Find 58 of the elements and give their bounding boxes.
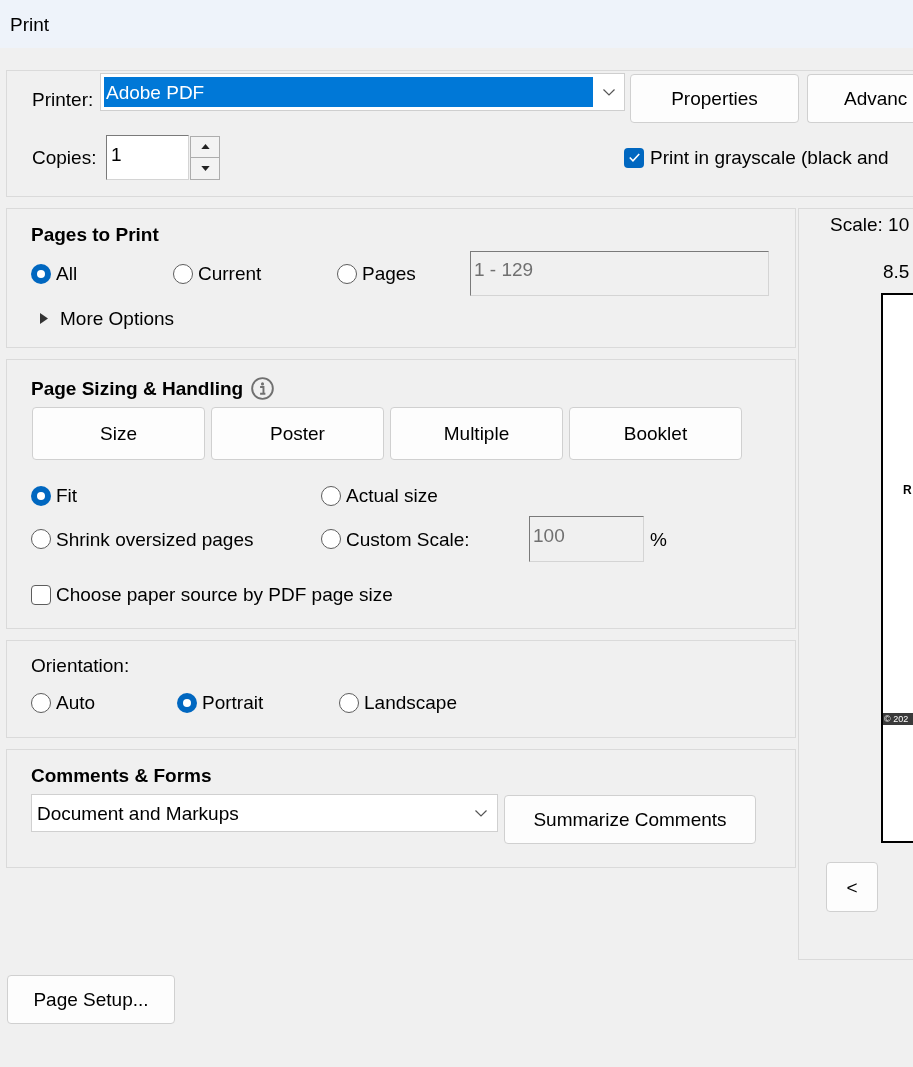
window-title: Print — [10, 12, 50, 37]
summarize-comments-button[interactable]: Summarize Comments — [504, 795, 756, 844]
properties-button[interactable]: Properties — [630, 74, 799, 123]
radio-label: Portrait — [202, 691, 264, 715]
spin-up-button[interactable] — [190, 135, 220, 158]
sizing-mode-button[interactable]: Poster — [211, 407, 384, 460]
comments-select[interactable]: Document and Markups — [31, 794, 498, 832]
spin-down-button[interactable] — [190, 157, 220, 180]
radio-label: Landscape — [364, 691, 457, 715]
printer-select[interactable]: Adobe PDF — [100, 73, 625, 111]
more-options-toggle[interactable]: More Options — [40, 306, 175, 331]
chevron-down-icon — [475, 809, 487, 817]
advanced-button[interactable]: Advanc — [807, 74, 913, 123]
previous-page-button[interactable]: < — [826, 862, 878, 912]
right-triangle-icon — [40, 313, 48, 324]
sizing-mode-button[interactable]: Size — [32, 407, 205, 460]
radio-button[interactable] — [31, 485, 51, 506]
down-triangle-icon — [200, 165, 210, 171]
checkbox-label: Choose paper source by PDF page size — [56, 583, 393, 607]
section-title: Orientation: — [31, 654, 131, 678]
radio-button[interactable] — [31, 263, 51, 284]
radio-button[interactable] — [337, 263, 357, 284]
radio-button[interactable] — [31, 692, 51, 713]
percent-label: % — [650, 527, 667, 552]
copies-field[interactable]: 1 — [106, 135, 189, 180]
section-title: Page Sizing & Handling — [31, 377, 244, 401]
chevron-down-icon — [603, 88, 615, 96]
radio-label: Shrink oversized pages — [56, 527, 254, 552]
page-setup-button[interactable]: Page Setup... — [7, 975, 175, 1024]
checkmark-icon — [628, 153, 640, 162]
checkbox-label: Print in grayscale (black and — [650, 146, 889, 170]
radio-label: Pages — [362, 262, 416, 286]
page-heading-text: R — [903, 483, 913, 497]
copies-label: Copies: — [32, 146, 98, 170]
radio-button[interactable] — [321, 485, 341, 506]
radio-button[interactable] — [31, 529, 51, 549]
radio-label: Custom Scale: — [346, 527, 470, 552]
radio-button[interactable] — [177, 692, 197, 713]
scale-label: Scale: 10 — [830, 213, 911, 237]
page-width-label: 8.5 — [883, 260, 911, 284]
up-triangle-icon — [200, 144, 210, 149]
sizing-mode-button[interactable]: Multiple — [390, 407, 563, 460]
radio-label: Actual size — [346, 484, 438, 508]
radio-label: Current — [198, 262, 262, 286]
checkbox[interactable] — [624, 147, 644, 168]
section-title: Comments & Forms — [31, 764, 213, 788]
info-icon[interactable] — [251, 377, 275, 400]
page-footer-bar: © 202 — [883, 713, 913, 725]
checkbox[interactable] — [31, 584, 51, 605]
radio-button[interactable] — [321, 529, 341, 549]
radio-label: Fit — [56, 484, 78, 508]
radio-button[interactable] — [339, 692, 359, 713]
radio-label: All — [56, 262, 78, 286]
sizing-mode-button[interactable]: Booklet — [569, 407, 742, 460]
printer-label: Printer: — [32, 88, 95, 112]
radio-button[interactable] — [173, 263, 193, 284]
section-title: Pages to Print — [31, 223, 160, 247]
radio-label: Auto — [56, 691, 96, 715]
